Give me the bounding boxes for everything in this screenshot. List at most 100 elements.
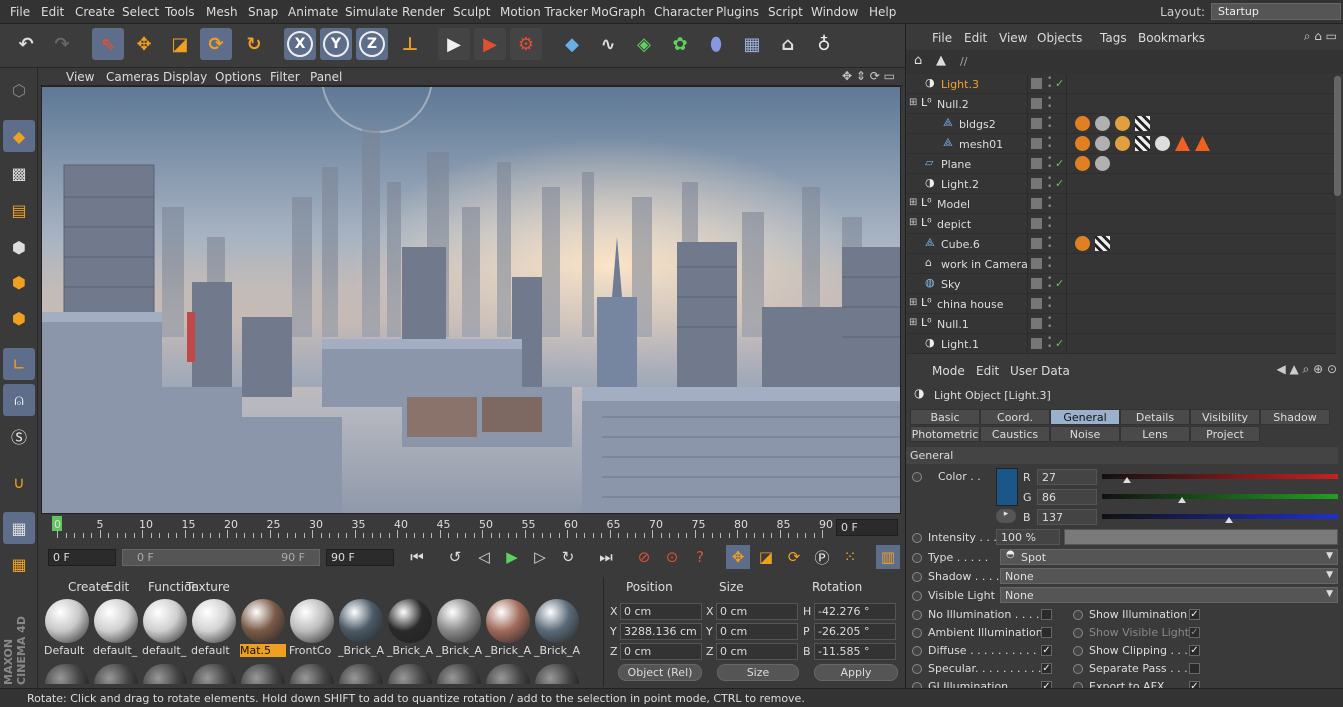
animate-dot[interactable] [1073,664,1083,674]
layer-icon[interactable] [1031,238,1042,249]
object-tag-icon[interactable] [1075,156,1090,171]
object-tag-icon[interactable] [1075,116,1090,131]
layer-icon[interactable] [1031,338,1042,349]
animate-dot[interactable] [912,646,922,656]
keyframe-selection-icon[interactable]: ? [688,545,712,569]
material-swatch[interactable]: default_ [93,599,139,657]
object-tag-icon[interactable] [1075,236,1090,251]
channel-slider-handle[interactable] [1178,497,1186,503]
edges-mode-icon[interactable]: ⬢ [3,266,35,298]
animate-dot[interactable] [912,664,922,674]
workplane-icon[interactable]: ▤ [3,194,35,226]
viewport-menu-item[interactable]: Display [163,70,207,84]
expand-icon[interactable]: ⊞ [909,297,917,308]
attribute-tab[interactable]: Coord. [980,409,1050,425]
planar-workplane-icon[interactable]: ▦ [3,548,35,580]
autokey-icon[interactable]: ⊙ [660,545,684,569]
channel-value-field[interactable]: 137 [1037,509,1097,525]
recent-tools-icon[interactable]: ↻ [238,28,270,60]
render-view-icon[interactable]: ▶ [438,28,470,60]
menu-item[interactable]: Sculpt [453,5,490,19]
live-selection-icon[interactable]: ⇖ [92,28,124,60]
timeline-ruler[interactable]: 0 F 0 5 10 15 20 25 30 35 40 45 50 55 60 65 70 75 80 85 90 [40,516,903,540]
object-row[interactable]: ◍ Sky • • ✓ [907,274,1336,294]
enabled-check[interactable]: ✓ [1055,277,1064,290]
viewport-nav-icons[interactable]: ✥ ⇕ ⟳ ▭ [842,69,895,83]
visibility-dots[interactable]: • • [1047,195,1052,212]
tweak-icon[interactable]: ⍝ [3,384,35,416]
object-row[interactable]: ⟁ Cube.6 • • [907,234,1336,254]
animate-dot[interactable] [912,553,922,563]
coordinate-system-icon[interactable]: ⊥ [394,28,426,60]
object-tag-icon[interactable] [1115,116,1130,131]
key-parameter-icon[interactable]: Ⓟ [810,545,834,569]
layer-icon[interactable] [1031,98,1042,109]
snap-icon[interactable]: Ⓢ [3,420,35,452]
previous-key-icon[interactable]: ↺ [443,545,467,569]
attribute-tab[interactable]: Visibility [1190,409,1260,425]
attribute-tab[interactable]: Project [1190,426,1260,442]
object-tag-icon[interactable] [1195,136,1210,151]
flag-checkbox[interactable]: ✓ [1041,645,1052,656]
menu-item[interactable]: MoGraph [591,5,646,19]
attribute-nav-icons[interactable]: ◀ ▲ ⌕ ⊕ ⊙ [1276,362,1337,377]
floor-icon[interactable]: ▦ [736,28,768,60]
material-swatch[interactable]: Mat.5 [240,599,286,657]
menu-item[interactable]: Edit [41,5,64,19]
layer-icon[interactable] [1031,178,1042,189]
next-key-icon[interactable]: ↻ [556,545,580,569]
flag-checkbox[interactable] [1041,609,1052,620]
home-icon[interactable]: ⌂ [914,53,922,68]
expand-icon[interactable]: ⊞ [909,217,917,228]
animate-dot[interactable] [912,628,922,638]
attribute-tab[interactable]: Details [1120,409,1190,425]
frame-range-slider[interactable]: 0 F 90 F [122,549,320,566]
object-row[interactable]: ⊞ L⁰ china house • • [907,294,1336,314]
viewport-menu-item[interactable]: Filter [270,70,300,84]
material-swatch[interactable]: FrontCo [289,599,335,657]
object-row[interactable]: ⊞ L⁰ depict • • [907,214,1336,234]
menu-item[interactable]: Render [402,5,445,19]
object-tag-icon[interactable] [1095,236,1110,251]
texture-mode-icon[interactable]: ▩ [3,157,35,189]
visibility-dots[interactable]: • • [1047,255,1052,272]
layer-icon[interactable] [1031,198,1042,209]
size-field[interactable]: 0 cm [716,643,798,660]
object-row[interactable]: ⊞ L⁰ Null.1 • • [907,314,1336,334]
enabled-check[interactable]: ✓ [1055,177,1064,190]
object-menu-item[interactable]: Objects [1037,31,1082,45]
flag-checkbox[interactable]: ✓ [1189,627,1200,638]
scale-icon[interactable]: ◪ [164,28,196,60]
move-icon[interactable]: ✥ [128,28,160,60]
visibility-dots[interactable]: • • [1047,335,1052,352]
visibility-dots[interactable]: • • [1047,115,1052,132]
attribute-tab[interactable]: General [1050,409,1120,425]
menu-item[interactable]: Animate [288,5,338,19]
current-frame-field[interactable]: 0 F [836,519,898,536]
deformer-icon[interactable]: ⬮ [700,28,732,60]
visibility-dots[interactable]: • • [1047,175,1052,192]
dropdown-select[interactable]: None ▼ [1000,568,1338,584]
light-icon[interactable]: ♁ [808,28,840,60]
animate-dot[interactable] [912,533,922,543]
attribute-menu-item[interactable]: Mode [932,364,965,378]
object-list-scrollbar[interactable] [1334,76,1341,196]
object-row[interactable]: ⌂ work in Camera • • [907,254,1336,274]
object-tag-icon[interactable] [1135,116,1150,131]
attribute-tab[interactable]: Photometric [910,426,980,442]
layer-icon[interactable] [1031,138,1042,149]
layer-icon[interactable] [1031,118,1042,129]
array-icon[interactable]: ✿ [664,28,696,60]
render-picture-viewer-icon[interactable]: ▶ [474,28,506,60]
attribute-tab[interactable]: Shadow [1260,409,1330,425]
model-mode-icon[interactable]: ◆ [3,120,35,152]
visibility-dots[interactable]: • • [1047,235,1052,252]
animate-dot[interactable] [912,591,922,601]
coordinate-mode-select[interactable]: Object (Rel) [618,664,702,681]
points-mode-icon[interactable]: ⬢ [3,231,35,263]
animate-dot[interactable] [912,610,922,620]
material-swatch[interactable]: _Brick_A [534,599,580,657]
object-menu-item[interactable]: Edit [964,31,987,45]
visibility-dots[interactable]: • • [1047,315,1052,332]
visibility-dots[interactable]: • • [1047,155,1052,172]
